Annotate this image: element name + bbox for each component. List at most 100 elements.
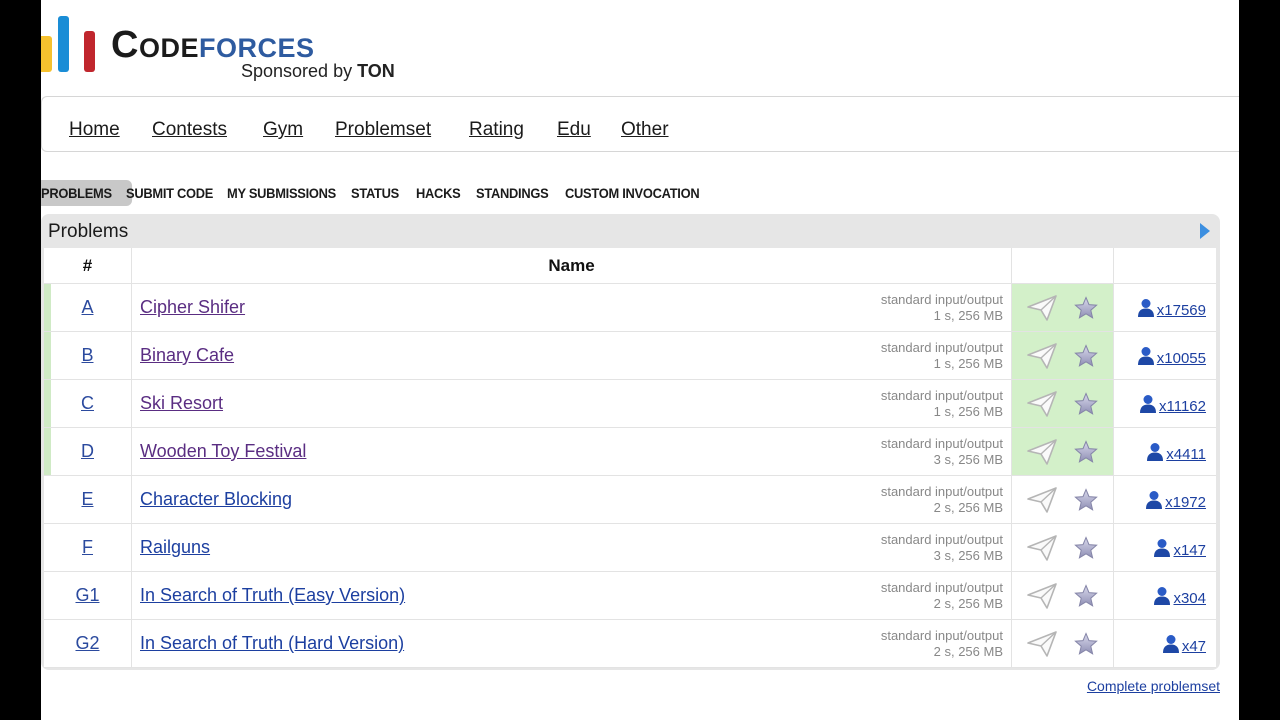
problem-name-link[interactable]: Wooden Toy Festival: [140, 441, 306, 462]
page: Codeforces Sponsored by TON Home Contest…: [41, 0, 1239, 720]
nav-problemset[interactable]: Problemset: [335, 119, 431, 141]
paper-plane-icon[interactable]: [1027, 391, 1057, 422]
problem-name-link[interactable]: Railguns: [140, 537, 210, 558]
problem-time-memory: 2 s, 256 MB: [933, 596, 1003, 611]
tab-standings[interactable]: STANDINGS: [476, 180, 549, 206]
star-icon[interactable]: [1074, 440, 1098, 469]
solved-count-link[interactable]: x17569: [1137, 298, 1206, 322]
nav-other[interactable]: Other: [621, 119, 669, 141]
paper-plane-icon[interactable]: [1027, 343, 1057, 374]
problem-limits: standard input/output 1 s, 256 MB: [881, 340, 1003, 372]
logo-bar-red: [84, 31, 95, 72]
user-icon: [1153, 586, 1171, 610]
tab-problems[interactable]: PROBLEMS: [41, 180, 133, 206]
table-row: B Binary Cafe standard input/output 1 s, 25…: [44, 332, 1216, 380]
problem-io: standard input/output: [880, 292, 1003, 307]
solved-count: x147: [1173, 542, 1206, 559]
problem-io: standard input/output: [880, 628, 1003, 643]
problem-solved-cell: x304: [1114, 572, 1216, 619]
problem-name-cell: Cipher Shifer standard input/output 1 s, 2…: [132, 284, 1012, 331]
contest-sub-nav: PROBLEMS SUBMIT CODE MY SUBMISSIONS STAT…: [41, 180, 941, 206]
problem-name-link[interactable]: In Search of Truth (Hard Version): [140, 633, 404, 654]
problem-time-memory: 1 s, 256 MB: [933, 404, 1003, 419]
problem-index-link[interactable]: G2: [75, 633, 99, 654]
star-icon[interactable]: [1074, 344, 1098, 373]
nav-contests[interactable]: Contests: [152, 119, 227, 141]
solved-count: x304: [1173, 590, 1206, 607]
problem-index-cell: G2: [44, 620, 132, 667]
star-icon[interactable]: [1074, 392, 1098, 421]
problem-time-memory: 3 s, 256 MB: [933, 452, 1003, 467]
problem-time-memory: 1 s, 256 MB: [933, 308, 1003, 323]
problem-name-link[interactable]: Binary Cafe: [140, 345, 234, 366]
problem-solved-cell: x1972: [1114, 476, 1216, 523]
complete-problemset-link[interactable]: Complete problemset: [1087, 678, 1220, 694]
nav-gym[interactable]: Gym: [263, 119, 303, 141]
tab-custom-invocation[interactable]: CUSTOM INVOCATION: [565, 180, 700, 206]
tab-submit-code[interactable]: SUBMIT CODE: [126, 180, 213, 206]
user-icon: [1137, 298, 1155, 322]
solved-count-link[interactable]: x4411: [1146, 442, 1206, 466]
nav-rating[interactable]: Rating: [469, 119, 524, 141]
paper-plane-icon[interactable]: [1027, 439, 1057, 470]
paper-plane-icon[interactable]: [1027, 487, 1057, 518]
table-header-row: # Name: [44, 248, 1216, 284]
solved-count-link[interactable]: x147: [1153, 538, 1206, 562]
header-actions: [1012, 248, 1114, 283]
solved-count-link[interactable]: x47: [1162, 634, 1206, 658]
solved-count-link[interactable]: x11162: [1139, 394, 1206, 418]
problem-index-cell: D: [44, 428, 132, 475]
star-icon[interactable]: [1074, 488, 1098, 517]
problem-name-cell: Ski Resort standard input/output 1 s, 256 …: [132, 380, 1012, 427]
problem-name-link[interactable]: Cipher Shifer: [140, 297, 245, 318]
problem-index-link[interactable]: A: [81, 297, 93, 318]
paper-plane-icon[interactable]: [1027, 631, 1057, 662]
problem-index-link[interactable]: E: [81, 489, 93, 510]
paper-plane-icon[interactable]: [1027, 295, 1057, 326]
problem-name-link[interactable]: In Search of Truth (Easy Version): [140, 585, 405, 606]
problem-index-link[interactable]: B: [81, 345, 93, 366]
problem-solved-cell: x10055: [1114, 332, 1216, 379]
triangle-right-icon[interactable]: [1200, 223, 1210, 239]
codeforces-logo[interactable]: Codeforces Sponsored by TON: [41, 14, 421, 84]
problem-solved-cell: x11162: [1114, 380, 1216, 427]
nav-edu[interactable]: Edu: [557, 119, 591, 141]
problems-table: # Name A Cipher Shifer standard input/outp…: [44, 248, 1216, 668]
problem-name-link[interactable]: Ski Resort: [140, 393, 223, 414]
star-icon[interactable]: [1074, 584, 1098, 613]
problem-limits: standard input/output 3 s, 256 MB: [881, 436, 1003, 468]
solved-count: x4411: [1166, 446, 1206, 463]
problem-index-link[interactable]: C: [81, 393, 94, 414]
main-nav: Home Contests Gym Problemset Rating Edu …: [41, 96, 1239, 152]
star-icon[interactable]: [1074, 536, 1098, 565]
header-index: #: [44, 248, 132, 283]
problem-io: standard input/output: [880, 532, 1003, 547]
problem-solved-cell: x4411: [1114, 428, 1216, 475]
solved-count-link[interactable]: x10055: [1137, 346, 1206, 370]
table-row: A Cipher Shifer standard input/output 1 s, …: [44, 284, 1216, 332]
problem-index-link[interactable]: G1: [75, 585, 99, 606]
tab-hacks[interactable]: HACKS: [416, 180, 461, 206]
problem-solved-cell: x147: [1114, 524, 1216, 571]
star-icon[interactable]: [1074, 296, 1098, 325]
paper-plane-icon[interactable]: [1027, 535, 1057, 566]
tab-status[interactable]: STATUS: [351, 180, 399, 206]
star-icon[interactable]: [1074, 632, 1098, 661]
problem-limits: standard input/output 1 s, 256 MB: [881, 388, 1003, 420]
problem-actions-cell: [1012, 284, 1114, 331]
nav-home[interactable]: Home: [69, 119, 120, 141]
problem-time-memory: 2 s, 256 MB: [933, 500, 1003, 515]
problem-index-link[interactable]: F: [82, 537, 93, 558]
solved-count-link[interactable]: x1972: [1145, 490, 1206, 514]
header-name: Name: [132, 248, 1012, 283]
problem-index-cell: A: [44, 284, 132, 331]
problem-io: standard input/output: [880, 484, 1003, 499]
paper-plane-icon[interactable]: [1027, 583, 1057, 614]
tab-my-submissions[interactable]: MY SUBMISSIONS: [227, 180, 336, 206]
problem-name-link[interactable]: Character Blocking: [140, 489, 292, 510]
solved-count-link[interactable]: x304: [1153, 586, 1206, 610]
problem-index-link[interactable]: D: [81, 441, 94, 462]
solved-count: x17569: [1156, 302, 1206, 319]
problem-actions-cell: [1012, 380, 1114, 427]
problem-actions-cell: [1012, 332, 1114, 379]
